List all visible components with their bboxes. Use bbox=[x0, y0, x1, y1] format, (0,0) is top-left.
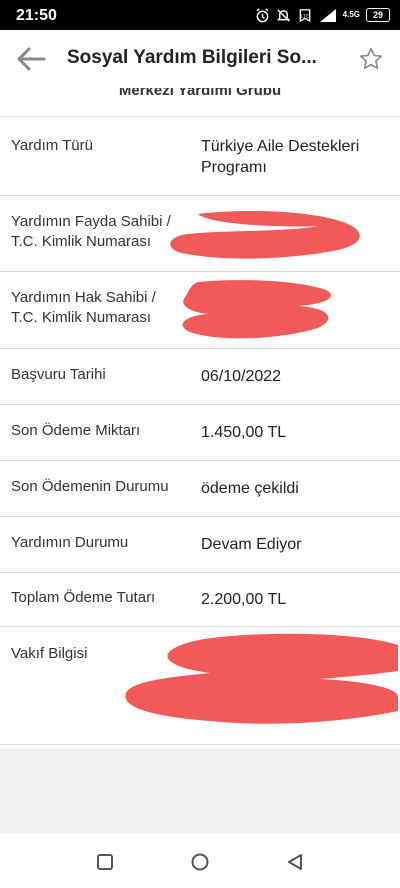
back-arrow-icon[interactable] bbox=[14, 44, 48, 74]
redaction-mark bbox=[125, 633, 399, 724]
row-label: Yardım Türü bbox=[11, 137, 93, 154]
detail-row-yardim-turu: Yardım Türü Türkiye Aile Destekleri Prog… bbox=[0, 117, 400, 196]
svg-text:LTE: LTE bbox=[301, 13, 309, 18]
battery-icon: 29 bbox=[366, 8, 390, 22]
detail-row-vakif-bilgisi: Vakıf Bilgisi bbox=[0, 627, 400, 745]
volte-icon: LTE bbox=[299, 8, 310, 22]
row-value: Devam Ediyor bbox=[201, 536, 302, 553]
home-icon[interactable] bbox=[189, 851, 211, 873]
row-value: 1.450,00 TL bbox=[201, 424, 287, 441]
status-bar: 21:50 LTE 4.5G 29 bbox=[0, 0, 400, 30]
status-time: 21:50 bbox=[16, 7, 57, 24]
status-icons: LTE 4.5G 29 bbox=[255, 7, 390, 23]
row-label: Yardımın Fayda Sahibi / T.C. Kimlik Numa… bbox=[11, 213, 171, 250]
back-triangle-icon[interactable] bbox=[284, 851, 306, 873]
row-value: ödeme çekildi bbox=[201, 480, 299, 497]
detail-row-yardim-durumu: Yardımın Durumu Devam Ediyor bbox=[0, 517, 400, 573]
row-label: Başvuru Tarihi bbox=[11, 366, 106, 383]
detail-row-son-odeme-miktari: Son Ödeme Miktarı 1.450,00 TL bbox=[0, 405, 400, 461]
system-nav-bar bbox=[0, 834, 400, 888]
star-icon[interactable] bbox=[358, 46, 384, 72]
recent-apps-icon[interactable] bbox=[94, 851, 116, 873]
app-header: Sosyal Yardım Bilgileri So... bbox=[0, 30, 400, 89]
row-label: Toplam Ödeme Tutarı bbox=[11, 589, 156, 606]
row-value: Türkiye Aile Destekleri Programı bbox=[201, 138, 360, 176]
detail-row-hak-sahibi: Yardımın Hak Sahibi / T.C. Kimlik Numara… bbox=[0, 272, 400, 349]
row-label: Yardımın Durumu bbox=[11, 534, 129, 551]
battery-level: 29 bbox=[372, 10, 383, 20]
alarm-icon bbox=[256, 7, 269, 22]
row-value: 06/10/2022 bbox=[201, 368, 282, 385]
group-title: Merkezi Yardımı Grubu bbox=[118, 88, 282, 99]
row-label: Son Ödeme Miktarı bbox=[11, 422, 141, 439]
redaction-mark bbox=[182, 280, 331, 339]
redaction-mark bbox=[170, 211, 360, 259]
signal-icon bbox=[319, 8, 336, 22]
detail-row-basvuru-tarihi: Başvuru Tarihi 06/10/2022 bbox=[0, 349, 400, 405]
detail-row-toplam-odeme: Toplam Ödeme Tutarı 2.200,00 TL bbox=[0, 573, 400, 627]
detail-row-son-odeme-durumu: Son Ödemenin Durumu ödeme çekildi bbox=[0, 461, 400, 517]
details-card: Merkezi Yardımı Grubu Yardım Türü Türkiy… bbox=[0, 88, 400, 748]
network-label: 4.5G bbox=[342, 10, 360, 19]
page-title: Sosyal Yardım Bilgileri So... bbox=[67, 47, 317, 68]
row-value: 2.200,00 TL bbox=[201, 591, 287, 608]
mute-icon bbox=[276, 8, 291, 22]
row-label: Son Ödemenin Durumu bbox=[11, 478, 169, 495]
detail-row-fayda-sahibi: Yardımın Fayda Sahibi / T.C. Kimlik Numa… bbox=[0, 196, 400, 272]
row-label: Yardımın Hak Sahibi / T.C. Kimlik Numara… bbox=[11, 289, 156, 326]
